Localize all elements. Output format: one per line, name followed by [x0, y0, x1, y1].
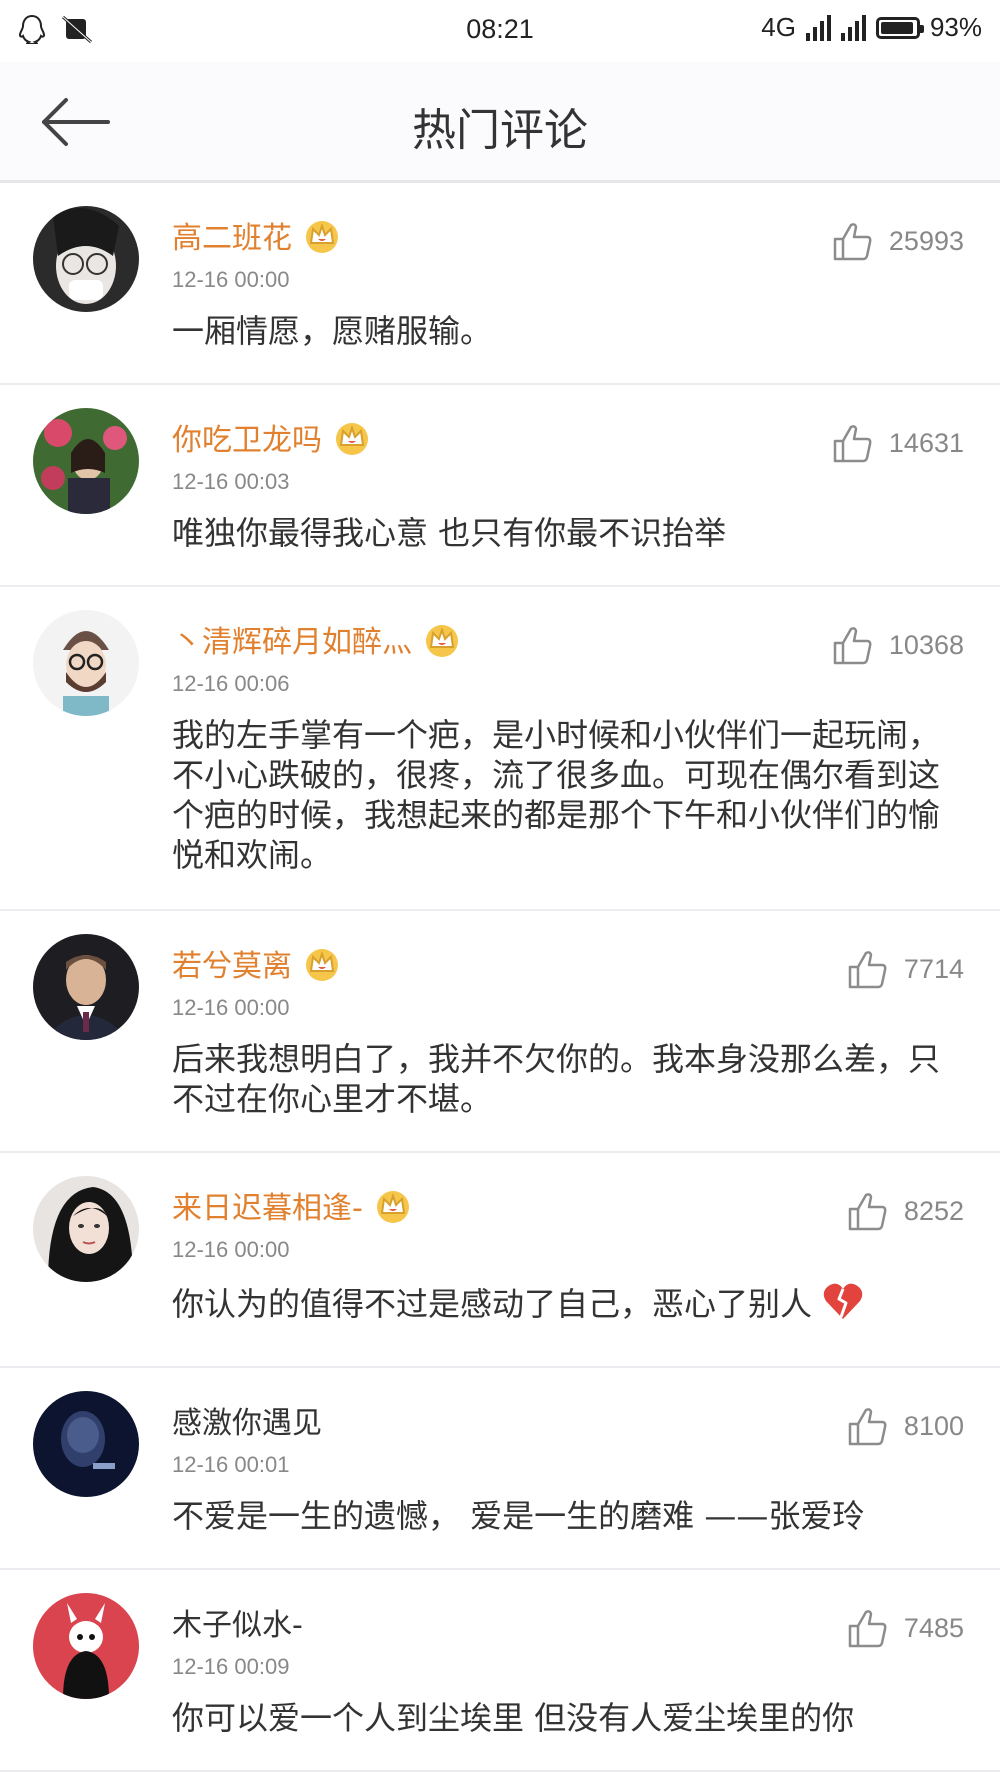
like-count: 7485 — [903, 1612, 964, 1643]
comment-text: 你可以爱一个人到尘埃里 但没有人爱尘埃里的你 — [172, 1699, 855, 1737]
comment-item: 丶清辉碎月如醉灬 12-16 00:06 我的左手掌有一个疤，是小时候和小伙伴们… — [0, 587, 1000, 911]
comment-time: 12-16 00:00 — [172, 1237, 290, 1262]
comment-time: 12-16 00:00 — [172, 267, 290, 292]
like-count: 8252 — [903, 1195, 964, 1226]
like-button[interactable]: 8100 — [846, 1404, 964, 1448]
comment-item: 你吃卫龙吗 12-16 00:03 唯独你最得我心意 也只有你最不识抬举 146… — [0, 385, 1000, 587]
like-button[interactable]: 14631 — [831, 421, 964, 465]
username[interactable]: 木子似水- — [172, 1600, 303, 1644]
like-count: 8100 — [903, 1410, 964, 1441]
avatar[interactable] — [33, 1593, 139, 1699]
username[interactable]: 若兮莫离 — [172, 941, 342, 985]
battery-icon — [875, 16, 924, 39]
thumbs-up-icon — [833, 627, 872, 665]
thumbs-up-icon — [848, 1610, 887, 1648]
comment-item: 感激你遇见 12-16 00:01 不爱是一生的遗憾， 爱是一生的磨难 ——张爱… — [0, 1368, 1000, 1570]
avatar[interactable] — [33, 934, 139, 1040]
comment-text: 后来我想明白了，我并不欠你的。我本身没那么差，只不过在你心里才不堪。 — [172, 1040, 941, 1118]
broken-heart-icon — [823, 1283, 863, 1319]
comment-text: 一厢情愿，愿赌服输。 — [172, 312, 493, 350]
nav-bar: 热门评论 — [0, 62, 1000, 183]
status-bar: 08:21 4G 93% — [0, 0, 1000, 62]
page-title: 热门评论 — [412, 105, 588, 156]
like-button[interactable]: 10368 — [831, 623, 964, 667]
avatar[interactable] — [33, 206, 139, 312]
thumbs-up-icon — [848, 1193, 887, 1231]
username[interactable]: 你吃卫龙吗 — [172, 415, 372, 459]
avatar[interactable] — [33, 610, 139, 716]
like-count: 14631 — [888, 427, 964, 458]
battery-percent: 93% — [929, 12, 982, 42]
username[interactable]: 丶清辉碎月如醉灬 — [172, 617, 462, 661]
avatar[interactable] — [33, 1391, 139, 1497]
crown-icon — [306, 221, 338, 253]
like-button[interactable]: 7485 — [846, 1606, 964, 1650]
like-button[interactable]: 7714 — [846, 947, 964, 991]
username[interactable]: 高二班花 — [172, 213, 342, 257]
like-button[interactable]: 8252 — [846, 1189, 964, 1233]
thumbs-up-icon — [848, 1408, 887, 1446]
like-button[interactable]: 25993 — [831, 219, 964, 263]
signal-icon-2 — [840, 14, 866, 41]
comment-time: 12-16 00:01 — [172, 1452, 290, 1477]
comment-text: 你认为的值得不过是感动了自己，恶心了别人 — [172, 1281, 950, 1324]
comment-text: 不爱是一生的遗憾， 爱是一生的磨难 ——张爱玲 — [172, 1497, 865, 1535]
thumbs-up-icon — [833, 223, 872, 261]
avatar[interactable] — [33, 408, 139, 514]
thumbs-up-icon — [848, 951, 887, 989]
like-count: 25993 — [888, 225, 964, 256]
signal-icon — [805, 14, 831, 41]
crown-icon — [426, 625, 458, 657]
thumbs-up-icon — [833, 425, 872, 463]
comment-item: 若兮莫离 12-16 00:00 后来我想明白了，我并不欠你的。我本身没那么差，… — [0, 911, 1000, 1153]
crown-icon — [306, 949, 338, 981]
comment-item: 高二班花 12-16 00:00 一厢情愿，愿赌服输。 25993 — [0, 183, 1000, 385]
comment-list: 高二班花 12-16 00:00 一厢情愿，愿赌服输。 25993 你吃卫龙吗 … — [0, 183, 1000, 1772]
comment-item: 木子似水- 12-16 00:09 你可以爱一个人到尘埃里 但没有人爱尘埃里的你… — [0, 1570, 1000, 1772]
comment-item: 来日迟暮相逢- 12-16 00:00 你认为的值得不过是感动了自己，恶心了别人… — [0, 1153, 1000, 1368]
like-count: 7714 — [903, 953, 964, 984]
comment-time: 12-16 00:09 — [172, 1654, 290, 1679]
username[interactable]: 来日迟暮相逢- — [172, 1183, 413, 1227]
avatar[interactable] — [33, 1176, 139, 1282]
comment-time: 12-16 00:06 — [172, 671, 290, 696]
comment-text: 我的左手掌有一个疤，是小时候和小伙伴们一起玩闹，不小心跌破的，很疼，流了很多血。… — [172, 716, 941, 874]
comment-text: 唯独你最得我心意 也只有你最不识抬举 — [172, 514, 727, 552]
comment-time: 12-16 00:00 — [172, 995, 290, 1020]
username[interactable]: 感激你遇见 — [172, 1398, 322, 1442]
crown-icon — [336, 423, 368, 455]
comment-time: 12-16 00:03 — [172, 469, 290, 494]
crown-icon — [376, 1191, 409, 1223]
network-type: 4G — [761, 12, 796, 42]
like-count: 10368 — [888, 629, 964, 660]
